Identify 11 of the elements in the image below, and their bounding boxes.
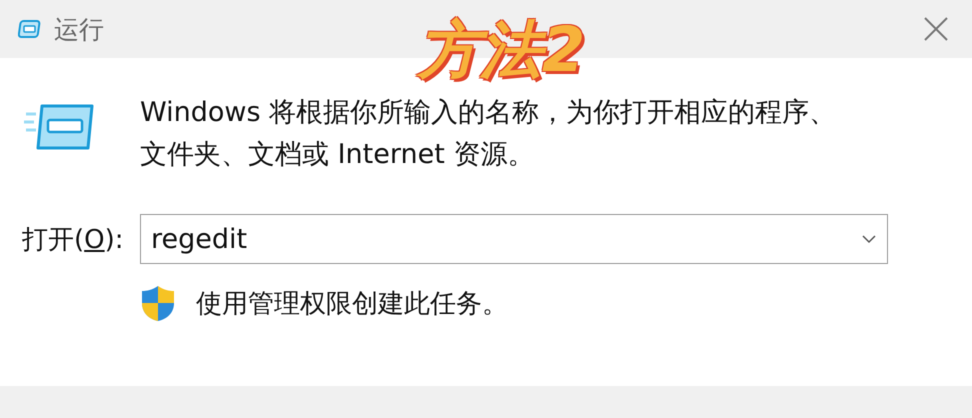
chevron-down-icon (861, 234, 877, 244)
shield-icon (140, 284, 176, 322)
run-icon (22, 102, 96, 152)
open-label: 打开(O): (22, 224, 125, 256)
close-icon (923, 16, 949, 42)
caption-text: 方法2 (418, 8, 586, 92)
open-combobox[interactable]: regedit (140, 214, 888, 264)
window-title: 运行 (54, 14, 105, 46)
description-text: Windows 将根据你所输入的名称，为你打开相应的程序、文件夹、文档或 Internet 资源。 (140, 96, 838, 172)
admin-note: 使用管理权限创建此任务。 (196, 288, 508, 320)
run-icon (18, 19, 42, 39)
